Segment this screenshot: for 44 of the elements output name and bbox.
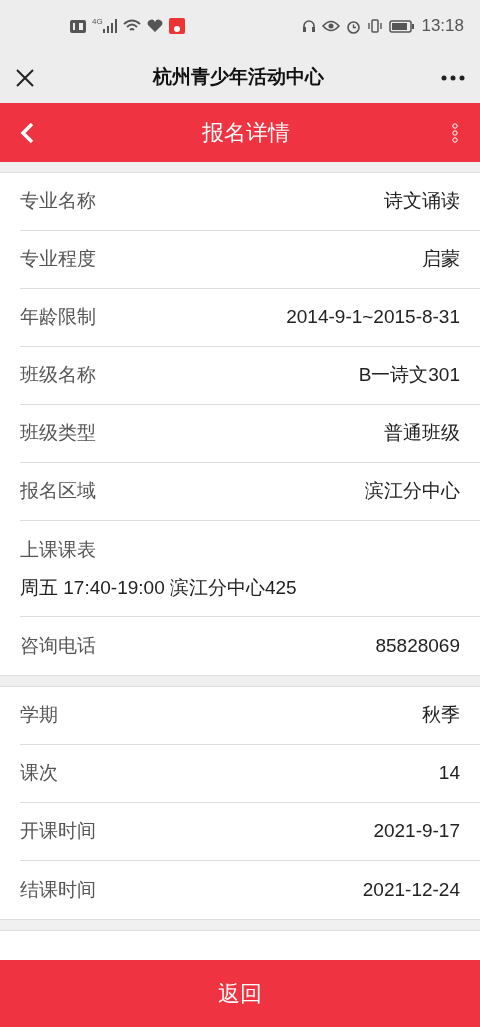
heart-icon xyxy=(146,19,163,33)
field-value: 2014-9-1~2015-8-31 xyxy=(286,305,460,330)
field-value: 14 xyxy=(438,761,460,786)
field-label: 班级类型 xyxy=(20,421,96,446)
field-value: 诗文诵读 xyxy=(384,189,460,214)
header-title: 报名详情 xyxy=(201,119,291,147)
close-button[interactable] xyxy=(14,66,36,89)
alarm-icon xyxy=(346,18,362,34)
field-label: 班级名称 xyxy=(20,363,96,388)
battery-icon xyxy=(389,19,416,33)
vibrate-icon xyxy=(367,19,384,33)
field-value: 周五 17:40-19:00 滨江分中心425 xyxy=(20,575,298,600)
field-value: 85828069 xyxy=(375,633,460,658)
field-value: 2021-9-17 xyxy=(373,819,460,844)
headphones-icon xyxy=(302,19,317,33)
app-badge-icon xyxy=(168,18,185,34)
kebab-icon xyxy=(451,121,459,144)
field-value: 滨江分中心 xyxy=(365,479,460,504)
network-label: 4G xyxy=(92,16,103,28)
more-icon xyxy=(441,74,465,81)
field-label: 年龄限制 xyxy=(20,305,96,330)
field-value: 秋季 xyxy=(422,703,460,728)
field-value: B一诗文301 xyxy=(358,363,460,388)
eye-icon xyxy=(322,20,341,32)
field-value: 2021-12-24 xyxy=(362,877,460,902)
page-title: 杭州青少年活动中心 xyxy=(151,65,325,90)
hd-icon xyxy=(70,19,86,33)
return-button[interactable]: 返回 xyxy=(0,960,480,1027)
wifi-icon xyxy=(122,19,141,33)
field-label: 报名区域 xyxy=(20,479,96,504)
field-value: 普通班级 xyxy=(384,421,460,446)
close-icon xyxy=(15,67,35,88)
field-label: 学期 xyxy=(20,703,58,728)
field-label: 咨询电话 xyxy=(20,633,96,658)
field-label: 上课课表 xyxy=(20,537,97,562)
signal-icon xyxy=(102,19,117,33)
field-label: 结课时间 xyxy=(20,877,96,902)
back-icon xyxy=(20,121,34,144)
field-value: 启蒙 xyxy=(422,247,460,272)
field-label: 专业程度 xyxy=(20,247,96,272)
field-label: 专业名称 xyxy=(20,189,96,214)
status-time: 13:18 xyxy=(421,15,464,38)
field-label: 课次 xyxy=(20,761,58,786)
field-label: 开课时间 xyxy=(20,819,96,844)
